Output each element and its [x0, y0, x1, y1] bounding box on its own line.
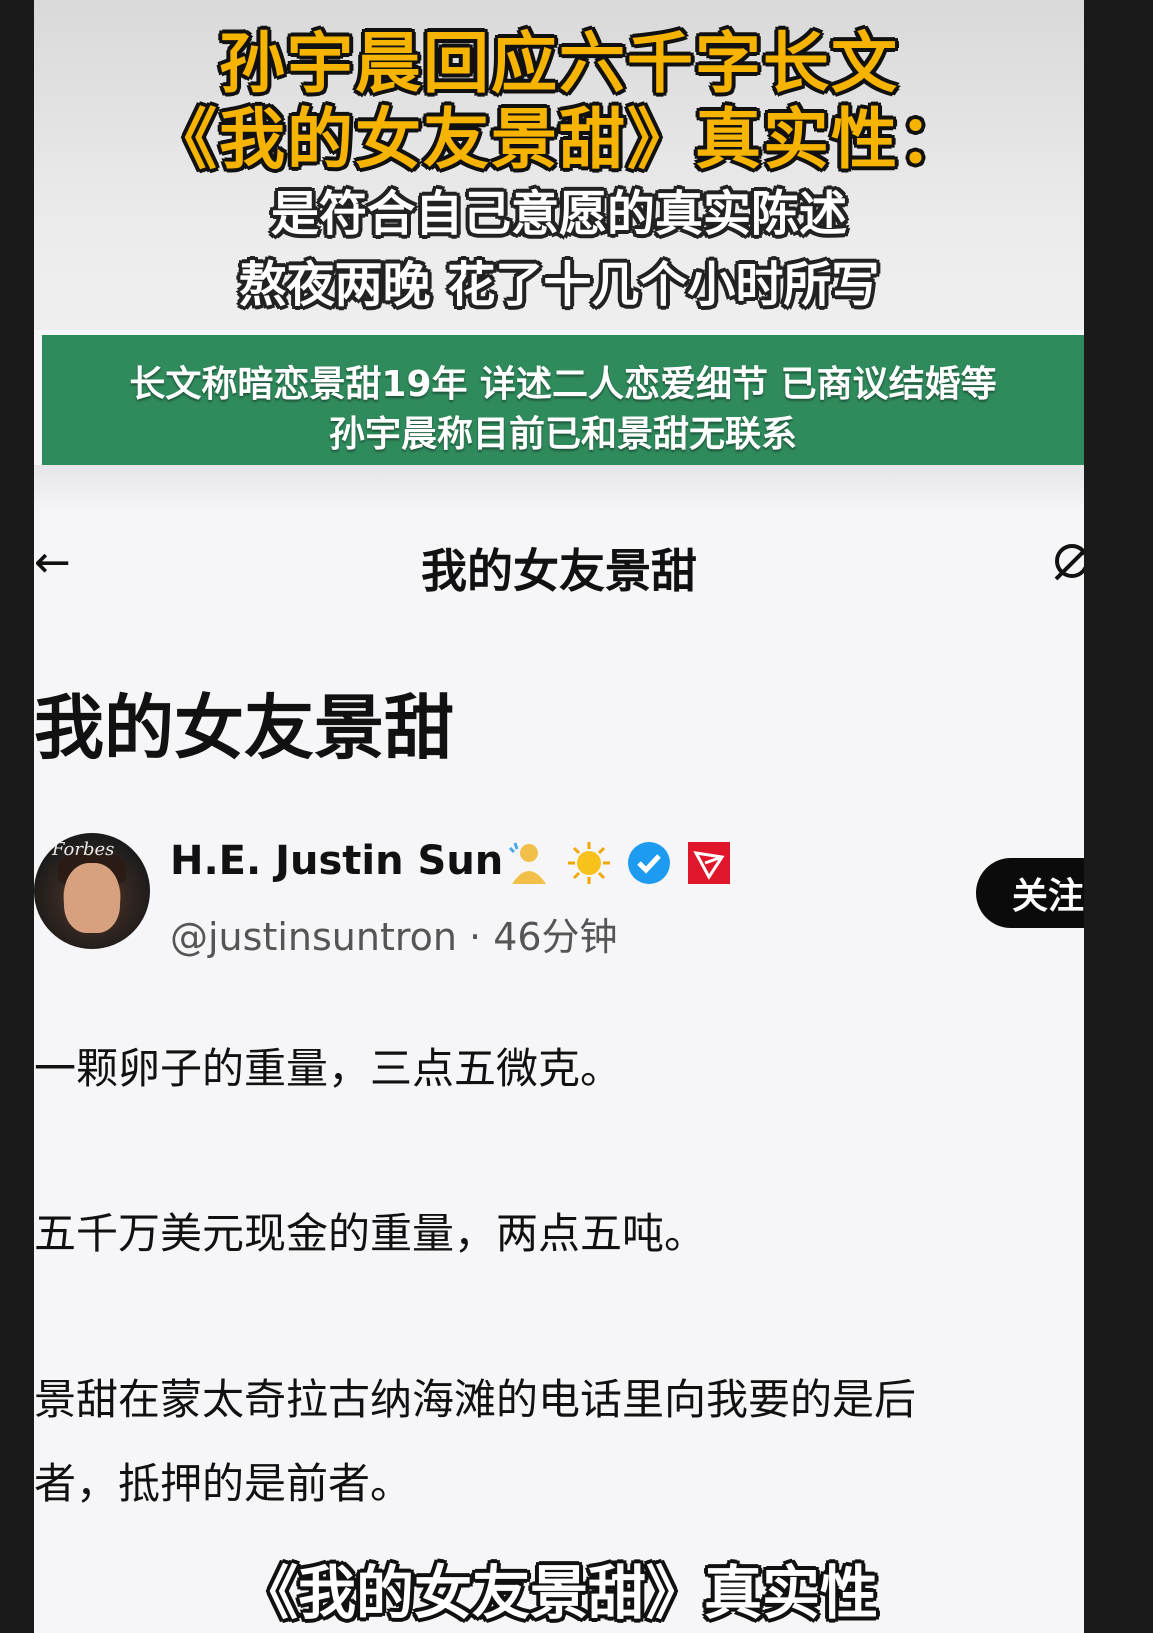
post-paragraph-2: 五千万美元现金的重量，两点五吨。	[34, 1209, 707, 1258]
headline-line-4: 熬夜两晚 花了十几个小时所写	[238, 257, 880, 313]
edit-icon[interactable]	[1048, 541, 1084, 585]
video-subtitle: 《我的女友景甜》真实性	[239, 1559, 878, 1627]
avatar[interactable]: Forbes	[34, 833, 150, 949]
post-title: 我的女友景甜	[34, 687, 454, 769]
post-paragraph-1: 一颗卵子的重量，三点五微克。	[34, 1044, 623, 1093]
app-header: ← 我的女友景甜	[34, 515, 1084, 605]
headline-line-3: 是符合自己意愿的真实陈述	[270, 186, 847, 242]
avatar-face	[64, 863, 120, 933]
author-badges	[506, 838, 732, 888]
verified-icon	[626, 840, 672, 886]
post-paragraph-3-line-2: 者，抵押的是前者。	[34, 1459, 413, 1508]
summary-line-2: 孙宇晨称目前已和景甜无联系	[328, 414, 797, 455]
summary-box: 长文称暗恋景甜19年 详述二人恋爱细节 已商议结婚等 孙宇晨称目前已和景甜无联系	[42, 335, 1084, 465]
post-paragraph-3-line-1: 景甜在蒙太奇拉古纳海滩的电话里向我要的是后	[34, 1375, 917, 1424]
divider	[34, 465, 1084, 515]
video-frame: 孙宇晨回应六千字长文 《我的女友景甜》真实性： 是符合自己意愿的真实陈述 熬夜两…	[34, 0, 1084, 1633]
summary-line-1: 长文称暗恋景甜19年 详述二人恋爱细节 已商议结婚等	[129, 364, 997, 405]
author-name[interactable]: H.E. Justin Sun	[170, 838, 503, 884]
sun-icon	[566, 840, 612, 886]
headline-line-2: 《我的女友景甜》真实性：	[151, 101, 967, 178]
app-title: 我的女友景甜	[421, 544, 697, 598]
tron-icon	[686, 840, 732, 886]
person-icon	[506, 840, 552, 886]
avatar-logo-text: Forbes	[52, 839, 115, 860]
follow-button[interactable]: 关注	[976, 858, 1084, 928]
headline-banner: 孙宇晨回应六千字长文 《我的女友景甜》真实性： 是符合自己意愿的真实陈述 熬夜两…	[34, 0, 1084, 330]
author-handle-time: @justinsuntron · 46分钟	[170, 915, 618, 959]
